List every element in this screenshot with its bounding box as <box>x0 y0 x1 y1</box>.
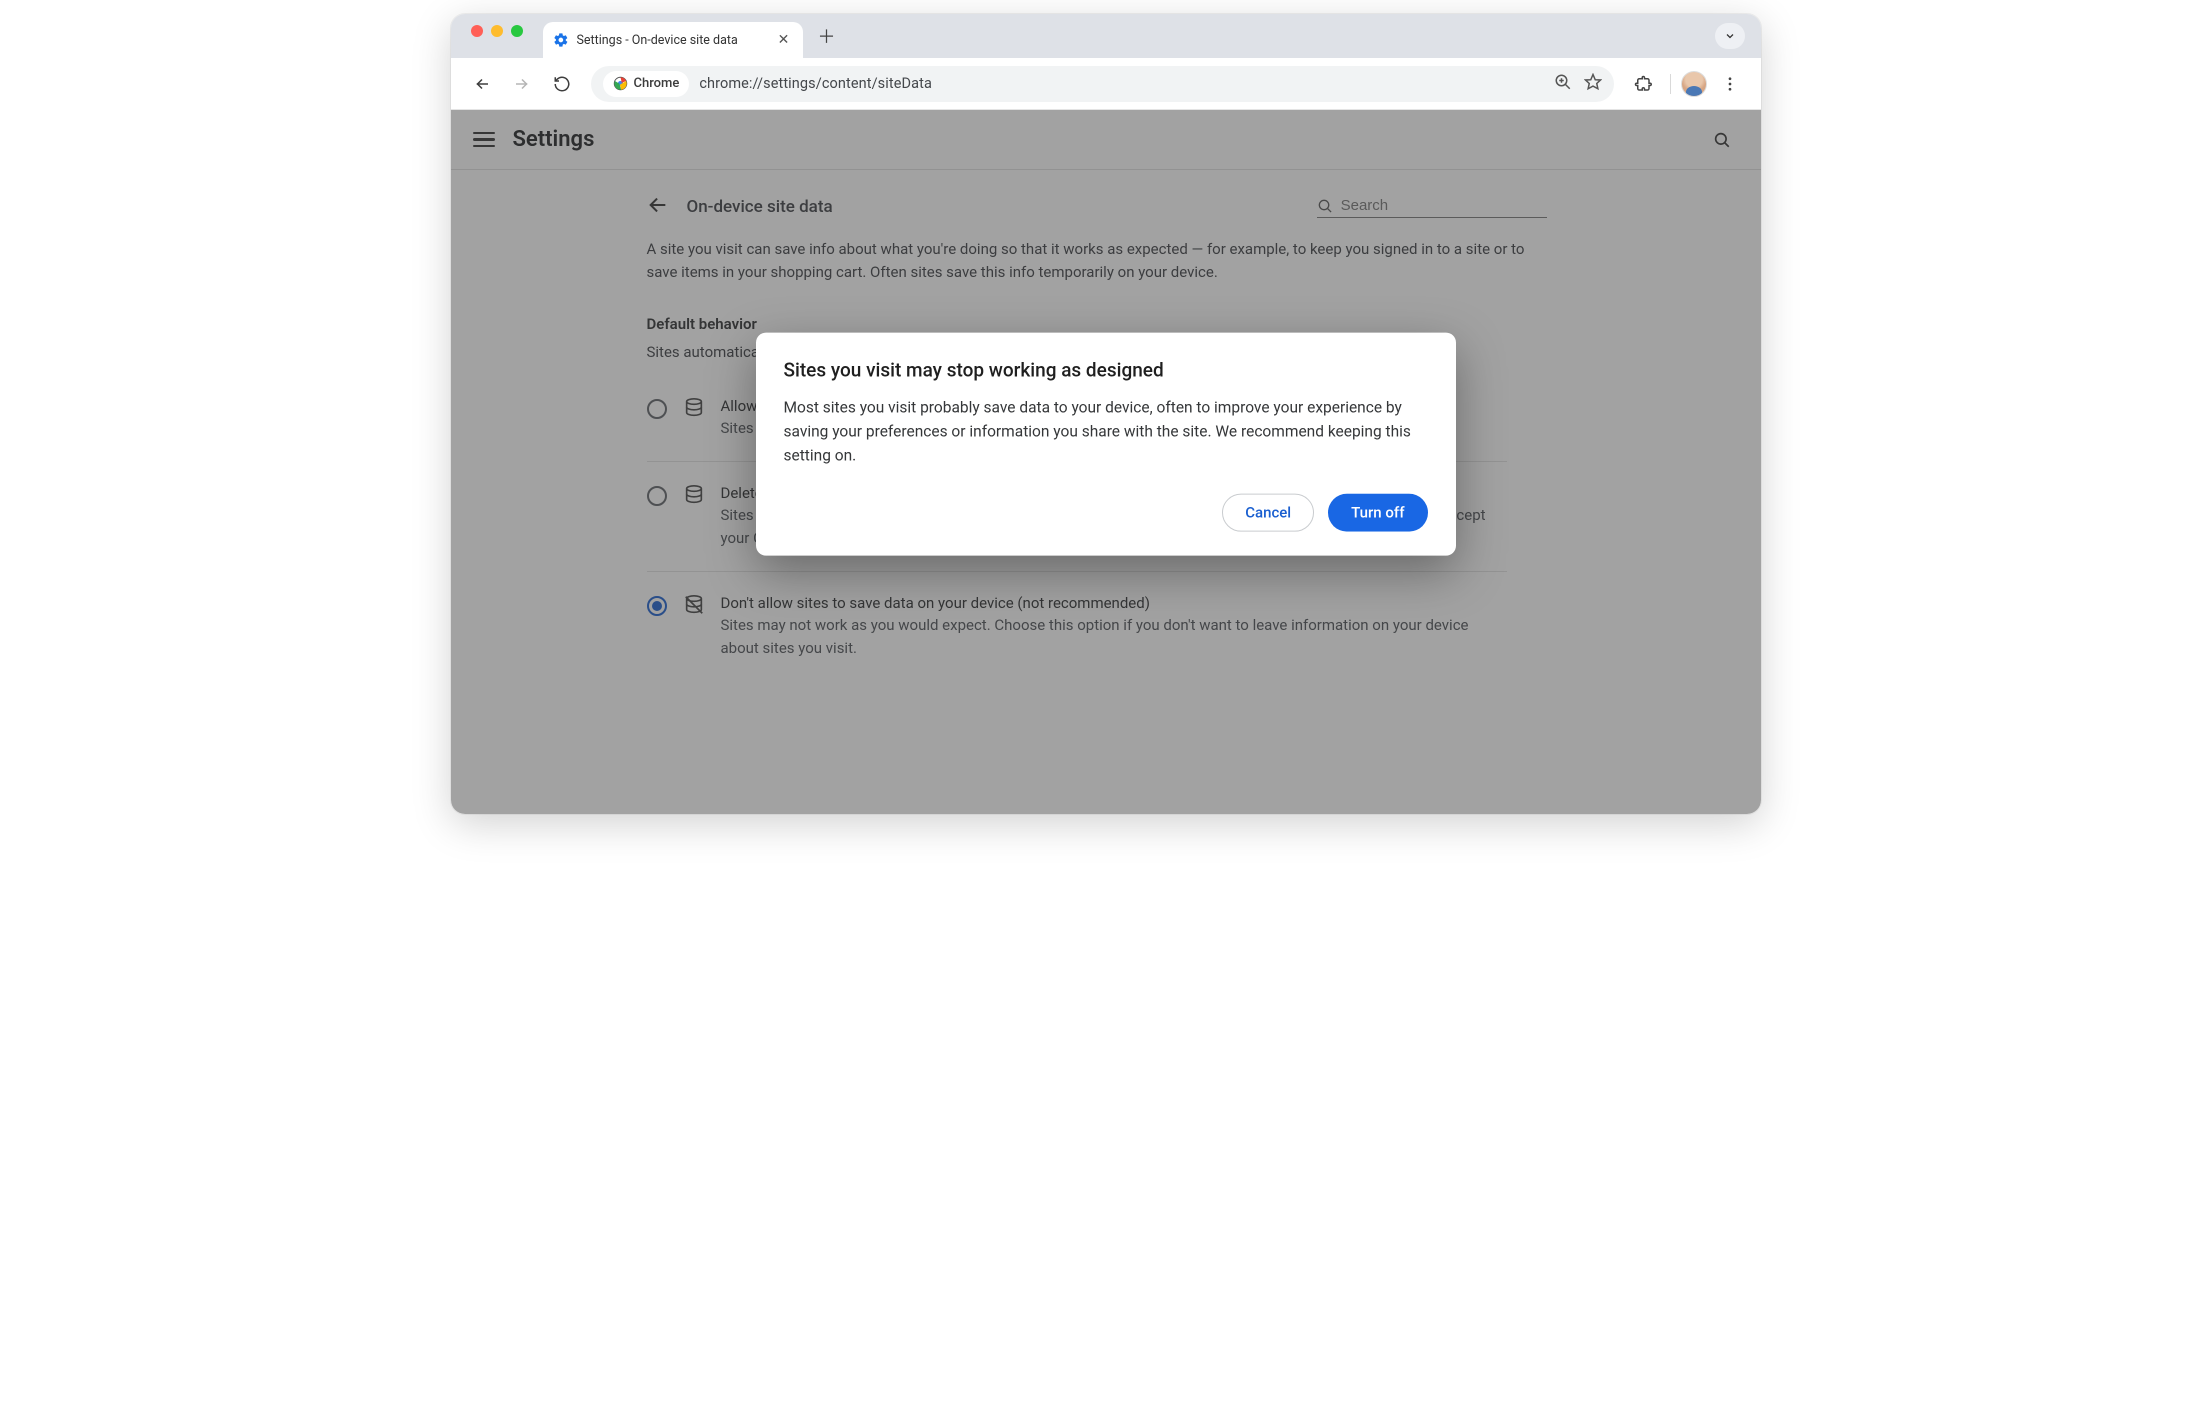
confirm-dialog: Sites you visit may stop working as desi… <box>756 333 1456 556</box>
dialog-body: Most sites you visit probably save data … <box>784 396 1428 468</box>
profile-avatar[interactable] <box>1681 71 1707 97</box>
kebab-menu-icon[interactable] <box>1713 67 1747 101</box>
zoom-icon[interactable] <box>1554 73 1572 95</box>
turn-off-button[interactable]: Turn off <box>1328 494 1427 532</box>
back-button[interactable] <box>465 67 499 101</box>
site-chip-label: Chrome <box>634 76 680 91</box>
dialog-buttons: Cancel Turn off <box>784 494 1428 532</box>
tabs-overflow-button[interactable] <box>1715 23 1745 49</box>
url-text: chrome://settings/content/siteData <box>699 75 932 92</box>
window-close-button[interactable] <box>471 25 483 37</box>
tab-close-button[interactable]: ✕ <box>775 31 793 49</box>
tab-strip: Settings - On-device site data ✕ ＋ <box>451 14 1761 58</box>
window-maximize-button[interactable] <box>511 25 523 37</box>
extensions-icon[interactable] <box>1626 67 1660 101</box>
toolbar-right <box>1626 67 1747 101</box>
reload-button[interactable] <box>545 67 579 101</box>
cancel-button[interactable]: Cancel <box>1222 494 1314 532</box>
site-chip[interactable]: Chrome <box>603 71 690 97</box>
gear-icon <box>553 32 569 48</box>
window-controls <box>459 25 535 47</box>
browser-toolbar: Chrome chrome://settings/content/siteDat… <box>451 58 1761 110</box>
dialog-title: Sites you visit may stop working as desi… <box>784 359 1428 382</box>
browser-tab[interactable]: Settings - On-device site data ✕ <box>543 22 803 58</box>
tab-title: Settings - On-device site data <box>577 33 738 48</box>
bookmark-star-icon[interactable] <box>1584 73 1602 95</box>
address-bar[interactable]: Chrome chrome://settings/content/siteDat… <box>591 66 1614 102</box>
window-minimize-button[interactable] <box>491 25 503 37</box>
new-tab-button[interactable]: ＋ <box>813 22 841 50</box>
forward-button[interactable] <box>505 67 539 101</box>
browser-window: Settings - On-device site data ✕ ＋ Chrom… <box>451 14 1761 814</box>
divider <box>1670 74 1671 94</box>
settings-page: Settings On-device site data A <box>451 110 1761 814</box>
